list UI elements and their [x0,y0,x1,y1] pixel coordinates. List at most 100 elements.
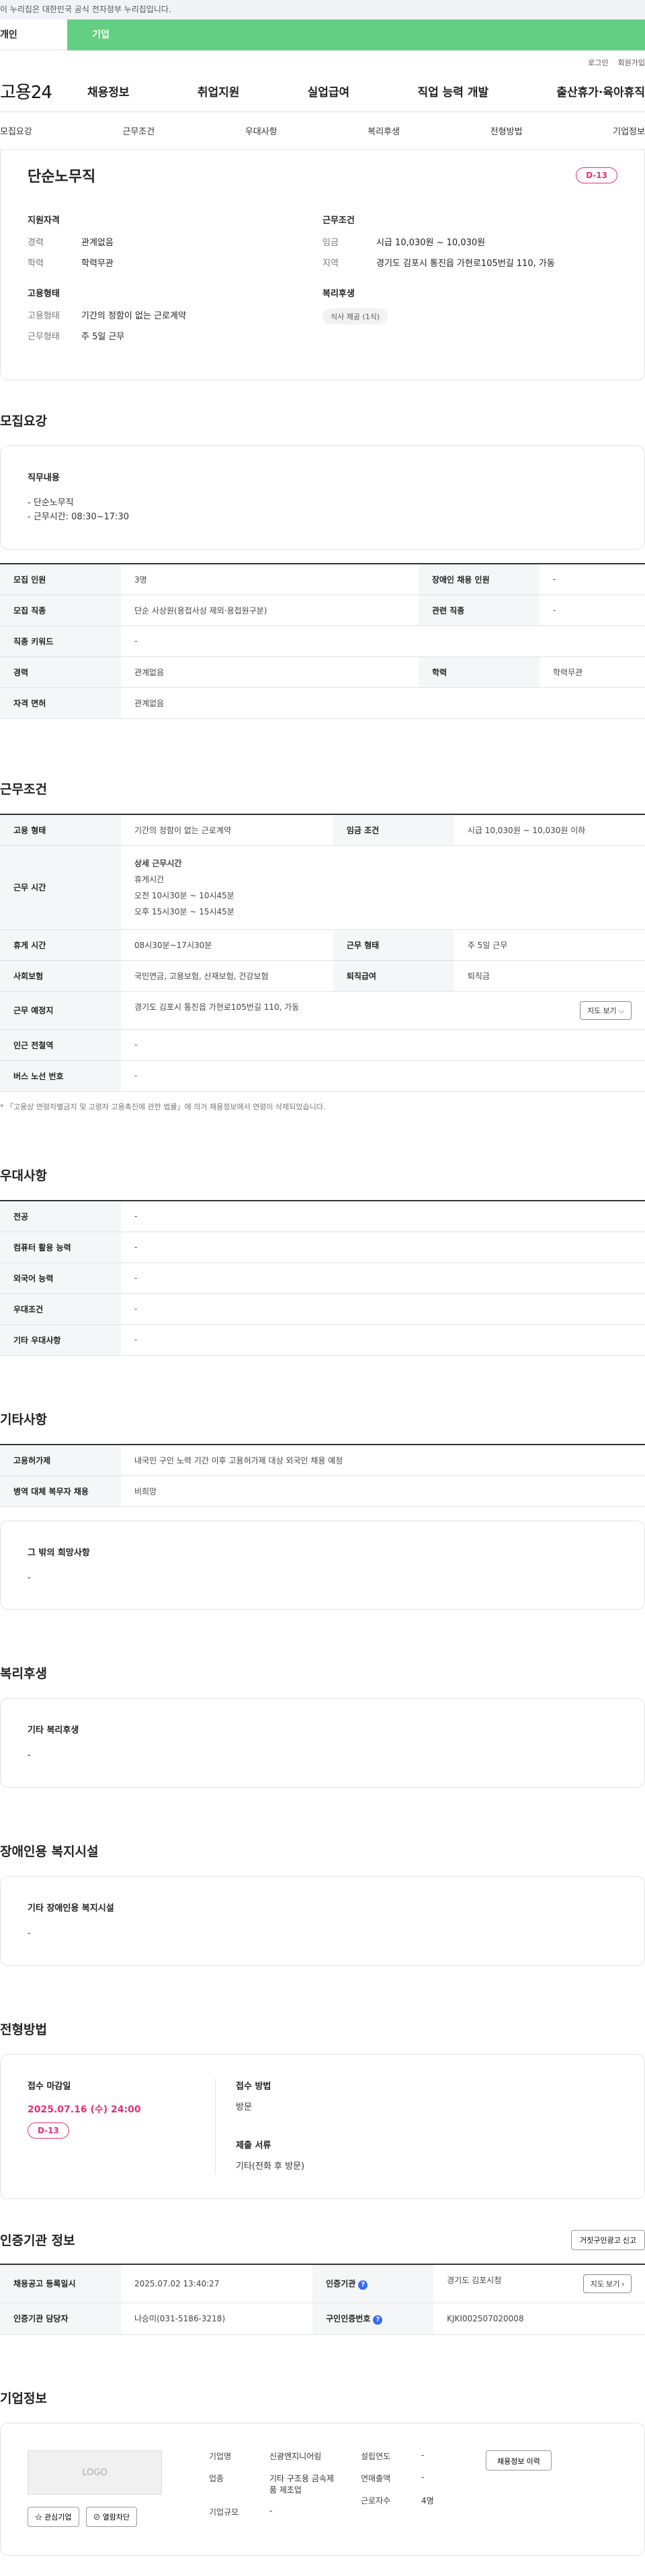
work-place-value: 경기도 김포시 통진읍 가현로105번길 110, 가동 [134,1002,300,1012]
block-company-button[interactable]: ⊘ 열람차단 [85,2506,138,2527]
pref-section-title: 우대사항 [0,1168,47,1183]
welfare-box-text: - [28,1750,31,1761]
table-value: 08시30분~17시30분 [121,929,333,961]
work-time-line: 상세 근무시간 [134,858,182,868]
screening-dday-badge: D-13 [28,2122,69,2139]
deadline-value: 2025.07.16 (수) 24:00 [28,2104,141,2115]
disabled-box-text: - [28,1928,31,1939]
deadline-label: 접수 마감일 [28,2081,71,2092]
table-row: 외국어 능력 - [0,1262,645,1294]
table-value: 관계없음 [121,687,645,719]
recruit-table: 모집 인원 3명 장애인 채용 인원 - 모집 직종 단순 사상원(용접사상 제… [0,562,645,719]
work-time-line: 오전 10시30분 ~ 10시45분 [134,890,234,900]
table-row: 우대조건 - [0,1293,645,1325]
table-value: - [121,1293,645,1325]
cert-table: 채용공고 등록일시 2025.07.02 13:40:27 인증기관? 지도 보… [0,2263,645,2335]
table-key: 근무 시간 [0,845,121,930]
method-label: 접수 방법 [236,2081,271,2092]
job-summary-card: 단순노무직 D-13 지원자격 경력 관계없음 학력 학력무관 고용형태 고용형태 기… [0,150,645,380]
sales-key: 연매출액 [361,2473,391,2483]
work-time-detail: 상세 근무시간 휴게시간 오전 10시30분 ~ 10시45분 오후 15시30… [121,845,645,930]
welfare-section-title: 복리후생 [0,1666,47,1682]
table-key: 인증기관 담당자 [0,2303,121,2335]
job-title: 단순노무직 [28,169,96,185]
table-key: 모집 직종 [0,595,121,626]
table-row: 병역 대체 복무자 채용 비희망 [0,1475,645,1507]
tab-company[interactable]: 기업 [67,19,134,50]
help-icon[interactable]: ? [373,2315,383,2325]
table-key: 장애인 채용 인원 [418,563,540,595]
company-size-value: - [269,2505,273,2516]
table-key: 관련 직종 [418,595,540,626]
favorite-company-button[interactable]: ☆ 관심기업 [28,2506,79,2527]
company-name-key: 기업명 [209,2451,232,2461]
table-value: - [539,595,645,626]
docs-label: 제출 서류 [236,2140,271,2151]
table-key: 외국어 능력 [0,1262,121,1294]
table-key: 직종 키워드 [0,626,121,657]
qualification-label: 지원자격 [28,216,60,226]
gnb-employment-support[interactable]: 취업지원 [198,83,240,99]
cert-agency-label: 인증기관 [326,2278,356,2288]
subnav-work[interactable]: 근무조건 [122,124,155,137]
work-time-line: 휴게시간 [134,874,165,884]
subnav-screening[interactable]: 전형방법 [490,124,523,137]
industry-key: 업종 [209,2473,224,2483]
established-value: - [421,2450,425,2460]
emp-type-key: 고용형태 [28,311,60,321]
utility-links: 로그인 회원가입 [0,50,645,71]
help-icon[interactable]: ? [358,2280,368,2290]
company-box: LOGO ☆ 관심기업 ⊘ 열람차단 기업명 신광엔지니어링 업종 기타 구조용 금… [0,2422,645,2556]
report-fake-ad-button[interactable]: 거짓구인광고 신고 [570,2229,645,2250]
map-view-button[interactable]: 지도 보기 ⌵ [580,1000,632,1020]
table-row: 고용허가제 내국인 구인 노력 기간 이후 고용허가제 대상 외국인 채용 예정 [0,1444,645,1476]
industry-value: 기타 구조용 금속제품 제조업 [269,2473,334,2495]
subnav-welfare[interactable]: 복리후생 [368,124,400,137]
cert-map-button[interactable]: 지도 보기 › [583,2274,632,2293]
work-time-line: 오후 15시30분 ~ 15시45분 [134,906,234,916]
gnb-job-training[interactable]: 직업 능력 개발 [417,83,488,99]
audience-tabs: 개인 기업 [0,19,645,50]
table-key: 인근 전철역 [0,1029,121,1061]
duty-text: - 단순노무직 - 근무시간: 08:30~17:30 [28,498,129,522]
table-row: 경력 관계없음 학력 학력무관 [0,656,645,688]
subnav-company[interactable]: 기업정보 [613,124,645,137]
wage-value: 시급 10,030원 ~ 10,030원 [376,238,486,248]
table-value: 단순 사상원(용접사상 제외·용접원구분) [121,595,419,626]
meal-chip: 식사 제공 (1식) [322,308,388,325]
gnb-parental-leave[interactable]: 출산휴가·육아휴직 [556,83,645,99]
login-link[interactable]: 로그인 [588,57,608,71]
table-key: 컴퓨터 활용 능력 [0,1232,121,1263]
disabled-box-label: 기타 장애인용 복지시설 [28,1903,114,1914]
table-value: 2025.07.02 13:40:27 [121,2264,313,2303]
table-value: 내국인 구인 노력 기간 이후 고용허가제 대상 외국인 채용 예정 [121,1444,645,1476]
table-key: 사회보험 [0,960,121,992]
cert-number-key: 구인인증번호? [312,2303,434,2335]
subnav-pref[interactable]: 우대사항 [245,124,277,137]
table-key: 자격 면허 [0,687,121,719]
subnav-recruit[interactable]: 모집요강 [0,124,32,137]
table-row: 직종 키워드 - [0,626,645,657]
work-type-value: 주 5일 근무 [81,332,125,342]
gnb-unemployment-benefit[interactable]: 실업급여 [308,83,350,99]
duty-box: 직무내용 - 단순노무직 - 근무시간: 08:30~17:30 [0,445,645,550]
cert-agency-cell: 지도 보기 › 경기도 김포시청 [433,2264,645,2303]
table-row: 휴게 시간 08시30분~17시30분 근무 형태 주 5일 근무 [0,929,645,961]
table-key: 모집 인원 [0,563,121,595]
table-row: 버스 노선 번호 - [0,1060,645,1092]
table-value: 기간의 정함이 없는 근로계약 [121,814,333,846]
section-nav: 모집요강 근무조건 우대사항 복리후생 전형방법 기업정보 [0,112,645,150]
work-place-cell: 지도 보기 ⌵ 경기도 김포시 통진읍 가현로105번길 110, 가동 [121,991,645,1030]
join-link[interactable]: 회원가입 [618,57,645,71]
tab-person[interactable]: 개인 [0,19,67,50]
table-key: 경력 [0,656,121,688]
employees-value: 4명 [421,2495,434,2505]
table-value: - [121,1200,645,1232]
site-logo[interactable]: 고용24 [0,79,87,103]
gnb-jobs[interactable]: 채용정보 [87,83,130,99]
table-value: 비희망 [121,1475,645,1507]
table-row: 자격 면허 관계없음 [0,687,645,719]
hiring-history-button[interactable]: 채용정보 이력 [486,2450,552,2471]
work-conditions-label: 근무조건 [322,216,355,226]
emp-type-value: 기간의 정함이 없는 근로계약 [81,311,186,321]
